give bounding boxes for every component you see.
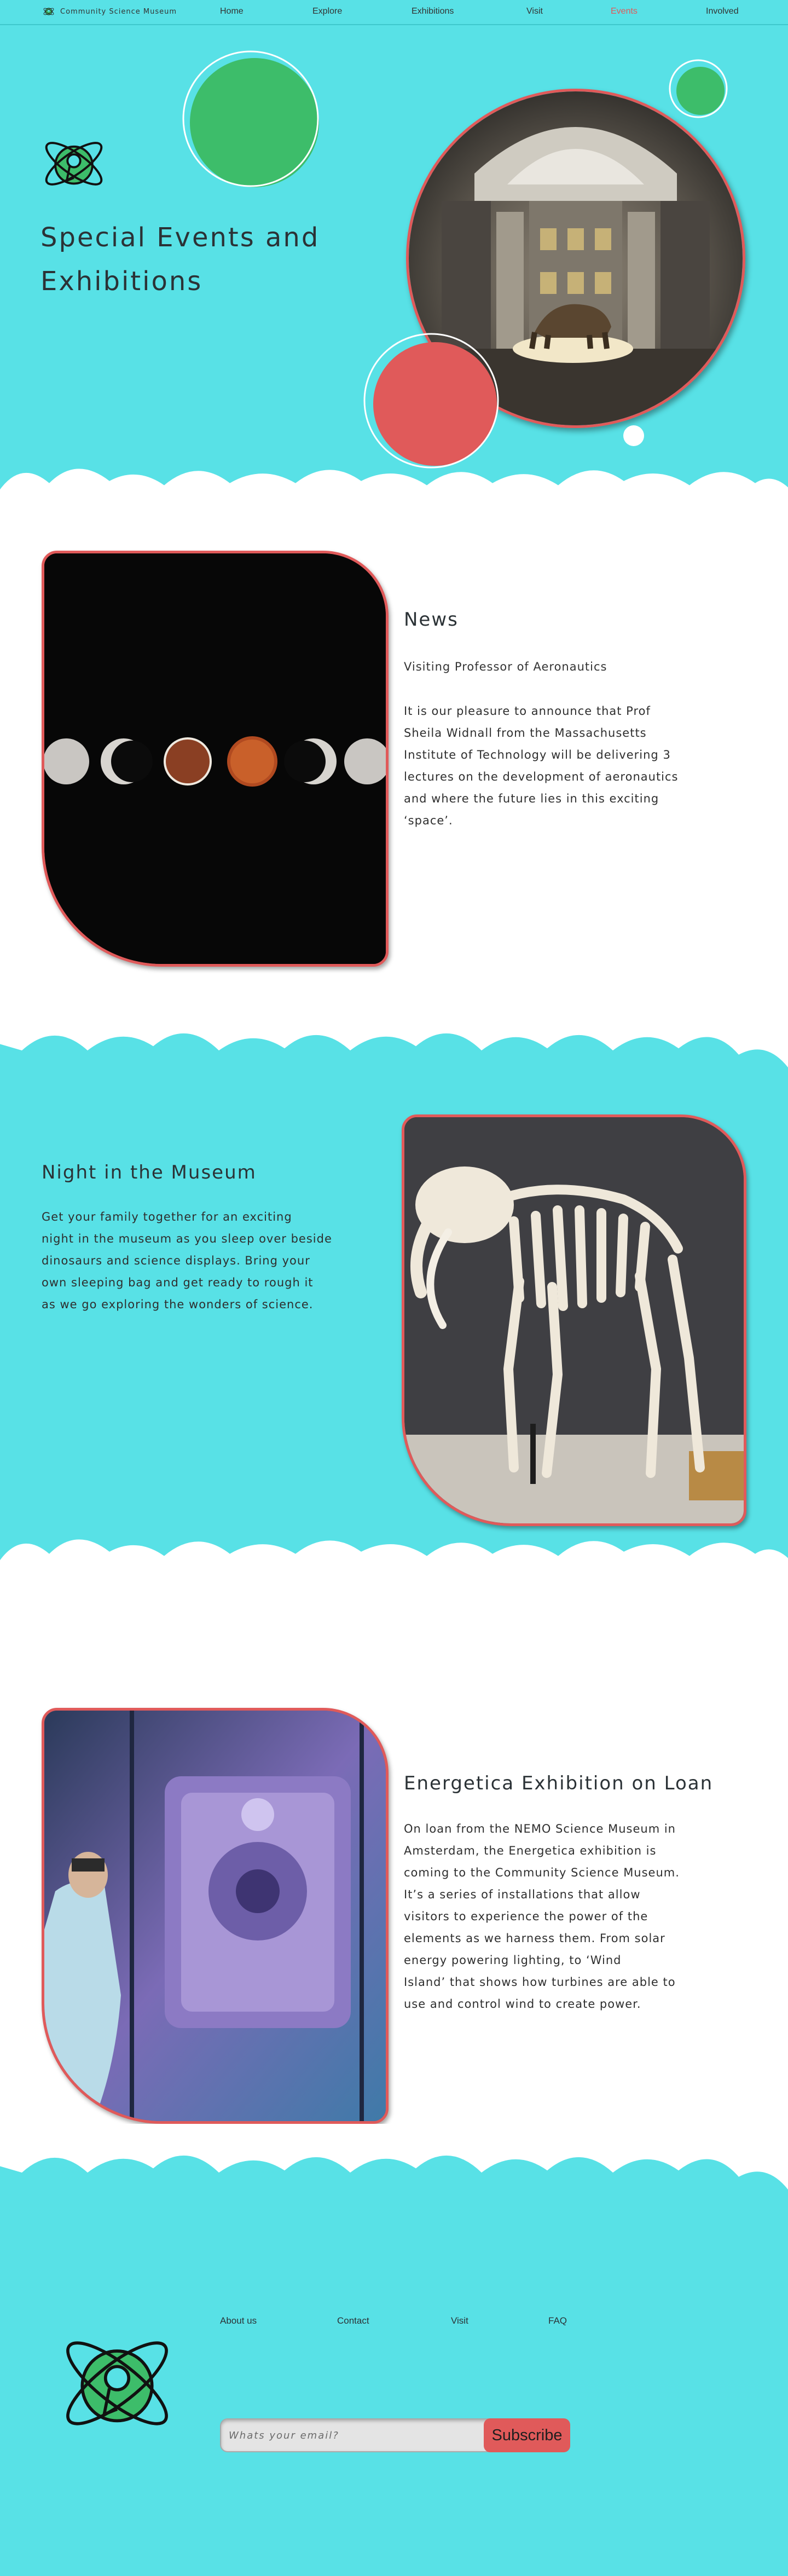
- energetica-body-line: Amsterdam, the Energetica exhibition is: [404, 1844, 657, 1857]
- news-body-line: Institute of Technology will be deliveri…: [404, 748, 671, 761]
- nav-home-link[interactable]: Home: [220, 7, 244, 16]
- cloud-divider: [0, 1002, 788, 1067]
- small-bubble-decoration: [669, 59, 728, 118]
- mammoth-skeleton-photo: [402, 1114, 746, 1526]
- night-body-line: night in the museum as you sleep over be…: [42, 1232, 332, 1245]
- hero-section: Special Events and Exhibitions: [0, 24, 788, 525]
- energetica-body-line: elements as we harness them. From solar: [404, 1932, 665, 1945]
- news-body-line: ‘space’.: [404, 814, 453, 827]
- news-body: It is our pleasure to announce that Prof…: [404, 700, 754, 831]
- energetica-machine-photo: [42, 1708, 389, 2124]
- top-nav: Community Science Museum Home Explore Ex…: [0, 0, 788, 25]
- night-body-line: dinosaurs and science displays. Bring yo…: [42, 1254, 310, 1267]
- news-heading: News: [404, 609, 459, 631]
- energetica-body-line: It’s a series of installations that allo…: [404, 1888, 641, 1901]
- nav-visit-link[interactable]: Visit: [526, 7, 543, 16]
- night-heading: Night in the Museum: [42, 1162, 257, 1183]
- night-body: Get your family together for an exciting…: [42, 1206, 392, 1315]
- brand[interactable]: Community Science Museum: [43, 5, 177, 18]
- energetica-body-line: On loan from the NEMO Science Museum in: [404, 1822, 676, 1835]
- news-body-line: It is our pleasure to announce that Prof: [404, 704, 651, 718]
- energetica-body-line: Island’ that shows how turbines are able…: [404, 1976, 676, 1989]
- lunar-eclipse-photo: [42, 551, 389, 967]
- news-body-line: Sheila Widnall from the Massachusetts: [404, 726, 647, 740]
- nav-exhibitions-link[interactable]: Exhibitions: [412, 7, 454, 16]
- atom-logo-icon: [45, 142, 103, 186]
- atom-logo-icon: [66, 2341, 168, 2425]
- news-body-line: lectures on the development of aeronauti…: [404, 770, 679, 783]
- white-dot-decoration: [623, 425, 644, 446]
- news-section: News Visiting Professor of Aeronautics I…: [0, 493, 788, 1018]
- brand-name: Community Science Museum: [60, 7, 177, 16]
- footer-about-link[interactable]: About us: [220, 2315, 257, 2326]
- nav-explore-link[interactable]: Explore: [312, 7, 342, 16]
- footer-visit-link[interactable]: Visit: [451, 2315, 468, 2326]
- energetica-section: Energetica Exhibition on Loan On loan fr…: [0, 1587, 788, 2140]
- energetica-body-line: visitors to experience the power of the: [404, 1910, 648, 1923]
- coral-bubble-decoration: [363, 333, 499, 469]
- energetica-body-line: use and control wind to create power.: [404, 1997, 641, 2011]
- footer-section: [0, 2124, 788, 2576]
- energetica-body: On loan from the NEMO Science Museum in …: [404, 1818, 765, 2015]
- news-body-line: and where the future lies in this exciti…: [404, 792, 659, 805]
- nav-events-link[interactable]: Events: [611, 7, 638, 16]
- news-subheading: Visiting Professor of Aeronautics: [404, 660, 607, 673]
- newsletter-form: Subscribe: [220, 2418, 570, 2452]
- footer-faq-link[interactable]: FAQ: [548, 2315, 567, 2326]
- page-title: Special Events and Exhibitions: [40, 216, 320, 303]
- night-body-line: as we go exploring the wonders of scienc…: [42, 1298, 314, 1311]
- night-body-line: Get your family together for an exciting: [42, 1210, 292, 1223]
- energetica-body-line: coming to the Community Science Museum.: [404, 1866, 680, 1879]
- subscribe-button[interactable]: Subscribe: [484, 2418, 570, 2452]
- email-field[interactable]: [221, 2419, 487, 2451]
- cloud-divider: [0, 1539, 788, 1596]
- atom-logo-icon: [43, 8, 54, 15]
- green-bubble-decoration: [182, 50, 319, 187]
- footer-contact-link[interactable]: Contact: [337, 2315, 369, 2326]
- page-title-line-2: Exhibitions: [40, 266, 203, 297]
- night-section: Night in the Museum Get your family toge…: [0, 1002, 788, 1596]
- page-title-line-1: Special Events and: [40, 222, 320, 253]
- cloud-divider: [0, 2124, 788, 2190]
- energetica-heading: Energetica Exhibition on Loan: [404, 1772, 714, 1794]
- energetica-body-line: energy powering lighting, to ‘Wind: [404, 1954, 622, 1967]
- nav-involved-link[interactable]: Involved: [706, 7, 739, 16]
- night-body-line: own sleeping bag and get ready to rough …: [42, 1276, 314, 1289]
